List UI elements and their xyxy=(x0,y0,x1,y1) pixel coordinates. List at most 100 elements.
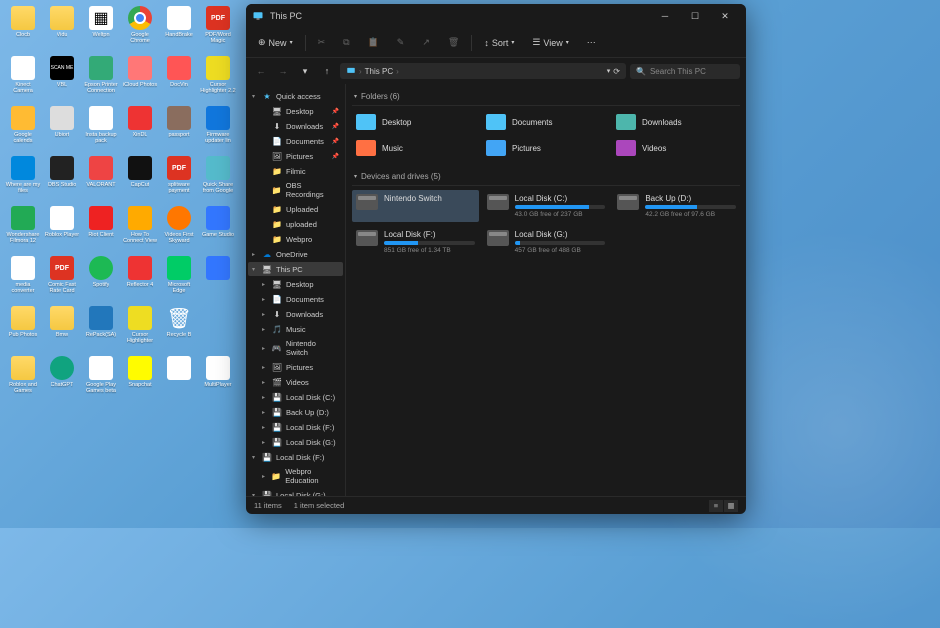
desktop-icon[interactable]: Insta backup pack xyxy=(82,106,120,154)
sidebar-item[interactable]: ▸☁OneDrive xyxy=(248,247,343,261)
drives-header[interactable]: ▾Devices and drives (5) xyxy=(352,168,740,186)
drive-item[interactable]: Nintendo Switch xyxy=(352,190,479,222)
desktop-icon[interactable]: Cursor Highlighter 2.2 xyxy=(199,56,237,104)
folder-item[interactable]: Pictures xyxy=(482,136,610,160)
desktop-icon[interactable]: MultiPlayer xyxy=(199,356,237,404)
desktop-icon[interactable] xyxy=(199,306,237,354)
minimize-button[interactable]: ─ xyxy=(650,4,680,28)
desktop-icon[interactable]: VALORANT xyxy=(82,156,120,204)
desktop-icon[interactable]: ▦Weltpn xyxy=(82,6,120,54)
desktop-icon[interactable]: SCAN MEVBL xyxy=(43,56,81,104)
desktop-icon[interactable]: Vidu xyxy=(43,6,81,54)
sidebar-item[interactable]: ▸🖼Pictures xyxy=(248,360,343,374)
details-view-button[interactable]: ≡ xyxy=(709,500,723,512)
sidebar-item[interactable]: ▸💾Back Up (D:) xyxy=(248,405,343,419)
sidebar-item[interactable]: ▾💾Local Disk (F:) xyxy=(248,450,343,464)
folder-item[interactable]: Documents xyxy=(482,110,610,134)
desktop-icon[interactable]: Roblox Player xyxy=(43,206,81,254)
up-button[interactable]: ▾ xyxy=(296,62,314,80)
desktop-icon[interactable]: Game Studio xyxy=(199,206,237,254)
refresh-button[interactable]: ⟳ xyxy=(613,67,620,76)
sidebar-item[interactable]: 📄Documents📌 xyxy=(248,134,343,148)
sidebar-item[interactable]: ▸💾Local Disk (C:) xyxy=(248,390,343,404)
desktop-icon[interactable]: PDFPDF/Word Magic xyxy=(199,6,237,54)
desktop-icon[interactable]: Reflector 4 xyxy=(121,256,159,304)
folders-header[interactable]: ▾Folders (6) xyxy=(352,88,740,106)
desktop-icon[interactable]: Spotify xyxy=(82,256,120,304)
titlebar[interactable]: This PC ─ ☐ ✕ xyxy=(246,4,746,28)
desktop-icon[interactable]: Microsoft Edge xyxy=(160,256,198,304)
view-button[interactable]: ☰View▾ xyxy=(526,34,574,51)
desktop-icon[interactable]: How To Connect View xyxy=(121,206,159,254)
desktop-icon[interactable]: Google Play Games beta xyxy=(82,356,120,404)
sidebar-item[interactable]: ▸💾Local Disk (F:) xyxy=(248,420,343,434)
desktop-icon[interactable]: Firmware updater lin xyxy=(199,106,237,154)
desktop-icon[interactable] xyxy=(199,256,237,304)
sidebar-item[interactable]: 📁uploaded xyxy=(248,217,343,231)
sidebar-item[interactable]: 🖼Pictures📌 xyxy=(248,149,343,163)
desktop-icon[interactable]: CapCut xyxy=(121,156,159,204)
sidebar-item[interactable]: ▸📄Documents xyxy=(248,292,343,306)
sidebar-item[interactable]: ▸💾Local Disk (G:) xyxy=(248,435,343,449)
forward-button[interactable]: → xyxy=(274,62,292,80)
desktop-icon[interactable]: Google calends xyxy=(4,106,42,154)
desktop-icon[interactable]: Wondershare Filmora 12 xyxy=(4,206,42,254)
drive-item[interactable]: Local Disk (F:)851 GB free of 1.34 TB xyxy=(352,226,479,258)
desktop-icon[interactable]: OBS Studio xyxy=(43,156,81,204)
desktop-icon[interactable]: XinDL xyxy=(121,106,159,154)
desktop-icon[interactable]: iCloud Photos xyxy=(121,56,159,104)
desktop-icon[interactable]: DocVin xyxy=(160,56,198,104)
sidebar-item[interactable]: ▸🎬Videos xyxy=(248,375,343,389)
drive-item[interactable]: Local Disk (C:)43.0 GB free of 237 GB xyxy=(483,190,610,222)
desktop-icon[interactable]: Pub Photos xyxy=(4,306,42,354)
folder-item[interactable]: Desktop xyxy=(352,110,480,134)
sidebar-item[interactable]: ▸🎮Nintendo Switch xyxy=(248,337,343,359)
desktop-icon[interactable]: Videos First Skyward xyxy=(160,206,198,254)
up-button[interactable]: ↑ xyxy=(318,62,336,80)
desktop-icon[interactable] xyxy=(160,356,198,404)
dropdown-icon[interactable]: ▾ xyxy=(607,67,611,75)
sidebar-item[interactable]: ▾🖥This PC xyxy=(248,262,343,276)
sidebar-item[interactable]: ▾💾Local Disk (G:) xyxy=(248,488,343,496)
folder-item[interactable]: Downloads xyxy=(612,110,740,134)
sidebar-item[interactable]: 📁Filmic xyxy=(248,164,343,178)
desktop-icon[interactable]: Snapchat xyxy=(121,356,159,404)
breadcrumb[interactable]: › This PC › ▾ ⟳ xyxy=(340,63,626,79)
sidebar-item[interactable]: 📁Uploaded xyxy=(248,202,343,216)
desktop-icon[interactable]: RePack(SA) xyxy=(82,306,120,354)
folder-item[interactable]: Videos xyxy=(612,136,740,160)
sidebar-item[interactable]: ▸⬇Downloads xyxy=(248,307,343,321)
desktop-icon[interactable]: 🗑Recycle B xyxy=(160,306,198,354)
sidebar-item[interactable]: ⬇Downloads📌 xyxy=(248,119,343,133)
sort-button[interactable]: ↕Sort▾ xyxy=(478,35,520,51)
desktop-icon[interactable]: Clocb xyxy=(4,6,42,54)
desktop-icon[interactable]: Cursor Highlighter xyxy=(121,306,159,354)
sidebar-item[interactable]: 📁OBS Recordings xyxy=(248,179,343,201)
desktop-icon[interactable]: Where are my files xyxy=(4,156,42,204)
sidebar-item[interactable]: ▸📁Webpro Education xyxy=(248,465,343,487)
close-button[interactable]: ✕ xyxy=(710,4,740,28)
desktop-icon[interactable]: Riot Client xyxy=(82,206,120,254)
folder-item[interactable]: Music xyxy=(352,136,480,160)
drive-item[interactable]: Back Up (D:)42.2 GB free of 97.6 GB xyxy=(613,190,740,222)
sidebar-item[interactable]: 📁Webpro xyxy=(248,232,343,246)
desktop-icon[interactable]: media converter xyxy=(4,256,42,304)
new-button[interactable]: ⊕New▾ xyxy=(252,34,299,51)
desktop-icon[interactable]: Quick Share from Google xyxy=(199,156,237,204)
desktop-icon[interactable]: PDFsplitware payment xyxy=(160,156,198,204)
sidebar-item[interactable]: 🖥Desktop📌 xyxy=(248,104,343,118)
desktop-icon[interactable]: passport xyxy=(160,106,198,154)
drive-item[interactable]: Local Disk (G:)457 GB free of 488 GB xyxy=(483,226,610,258)
back-button[interactable]: ← xyxy=(252,62,270,80)
desktop-icon[interactable]: Ubiort xyxy=(43,106,81,154)
desktop-icon[interactable]: HandBrake xyxy=(160,6,198,54)
desktop-icon[interactable]: PDFComic Fast Rate Card xyxy=(43,256,81,304)
maximize-button[interactable]: ☐ xyxy=(680,4,710,28)
more-button[interactable]: ⋯ xyxy=(581,34,602,51)
sidebar-item[interactable]: ▾★Quick access xyxy=(248,89,343,103)
desktop-icon[interactable]: Epson Printer Connection xyxy=(82,56,120,104)
desktop-icon[interactable]: Kinect Camera Viewer xyxy=(4,56,42,104)
sidebar-item[interactable]: ▸🖥Desktop xyxy=(248,277,343,291)
desktop-icon[interactable]: Bmw xyxy=(43,306,81,354)
desktop-icon[interactable]: Roblox and Games xyxy=(4,356,42,404)
